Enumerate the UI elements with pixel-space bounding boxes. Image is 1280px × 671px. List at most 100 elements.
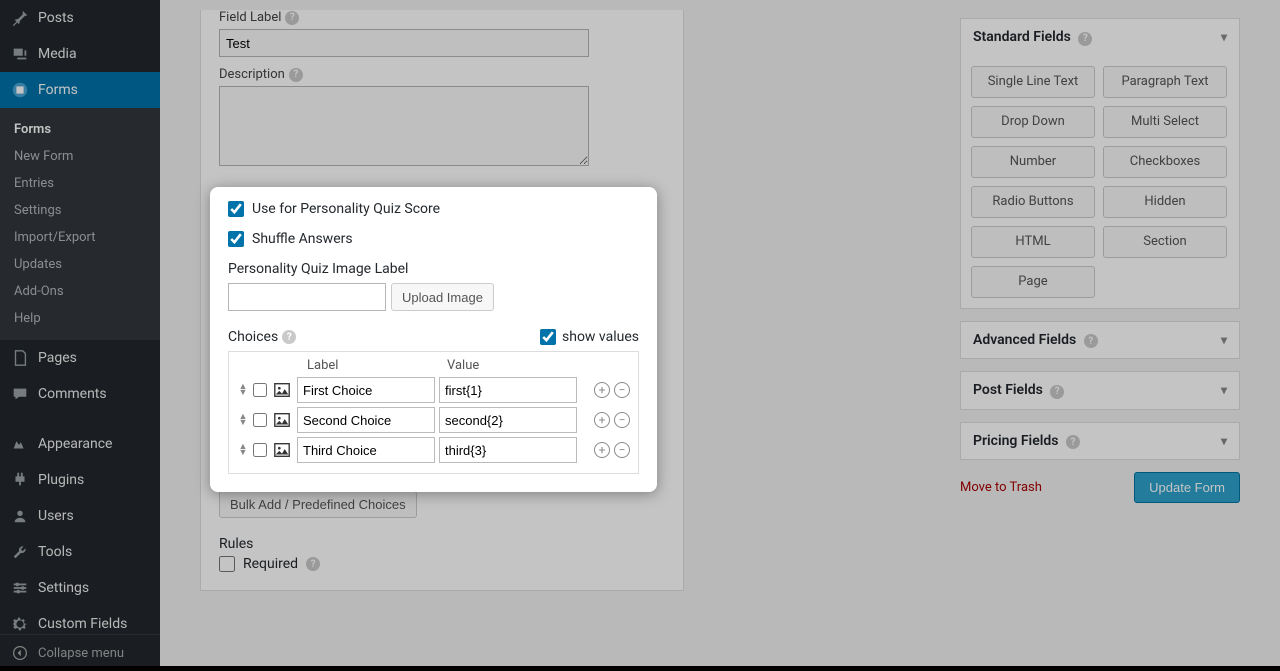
field-btn-multiselect[interactable]: Multi Select — [1103, 106, 1227, 138]
add-choice-icon[interactable]: + — [594, 382, 610, 398]
panel-post-fields: Post Fields ? ▾ — [960, 371, 1240, 410]
field-btn-hidden[interactable]: Hidden — [1103, 186, 1227, 218]
nav-settings[interactable]: Settings — [0, 570, 160, 606]
nav-forms[interactable]: Forms — [0, 72, 160, 108]
panel-header-post[interactable]: Post Fields ? ▾ — [961, 372, 1239, 409]
show-values-checkbox[interactable] — [540, 329, 556, 345]
forms-icon — [10, 80, 30, 100]
field-btn-dropdown[interactable]: Drop Down — [971, 106, 1095, 138]
image-icon[interactable] — [271, 410, 293, 430]
remove-choice-icon[interactable]: − — [614, 442, 630, 458]
nav-posts[interactable]: Posts — [0, 0, 160, 36]
field-btn-section[interactable]: Section — [1103, 226, 1227, 258]
nav-label: Comments — [38, 386, 107, 402]
help-icon[interactable]: ? — [1084, 334, 1098, 348]
add-choice-icon[interactable]: + — [594, 412, 610, 428]
collapse-label: Collapse menu — [38, 646, 124, 661]
shuffle-checkbox[interactable] — [228, 231, 244, 247]
submenu-updates[interactable]: Updates — [0, 251, 160, 278]
drag-handle-icon[interactable]: ▲▼ — [237, 384, 249, 396]
nav-tools[interactable]: Tools — [0, 534, 160, 570]
choice-select-checkbox[interactable] — [253, 443, 267, 457]
field-label-row: Field Label ? — [219, 10, 665, 25]
column-label: Label — [307, 358, 447, 373]
choice-row: ▲▼ + − — [237, 377, 630, 403]
help-icon[interactable]: ? — [306, 557, 320, 571]
panel-title: Advanced Fields — [973, 332, 1076, 348]
collapse-icon — [10, 643, 30, 663]
field-btn-checkboxes[interactable]: Checkboxes — [1103, 146, 1227, 178]
field-label-input[interactable] — [219, 29, 589, 57]
drag-handle-icon[interactable]: ▲▼ — [237, 444, 249, 456]
help-icon[interactable]: ? — [1050, 385, 1064, 399]
comments-icon — [10, 384, 30, 404]
nav-label: Settings — [38, 580, 89, 596]
nav-label: Media — [38, 46, 77, 62]
nav-comments[interactable]: Comments — [0, 376, 160, 412]
choice-select-checkbox[interactable] — [253, 413, 267, 427]
choice-select-checkbox[interactable] — [253, 383, 267, 397]
field-btn-html[interactable]: HTML — [971, 226, 1095, 258]
description-textarea[interactable] — [219, 86, 589, 166]
choice-label-input[interactable] — [297, 437, 435, 463]
field-label-text: Field Label — [219, 10, 281, 25]
quiz-image-label: Personality Quiz Image Label — [228, 261, 639, 277]
image-icon[interactable] — [271, 440, 293, 460]
submenu-import-export[interactable]: Import/Export — [0, 224, 160, 251]
plugins-icon — [10, 470, 30, 490]
help-icon[interactable]: ? — [1066, 435, 1080, 449]
drag-handle-icon[interactable]: ▲▼ — [237, 414, 249, 426]
choice-label-input[interactable] — [297, 377, 435, 403]
field-btn-radio[interactable]: Radio Buttons — [971, 186, 1095, 218]
shuffle-label: Shuffle Answers — [252, 231, 353, 247]
remove-choice-icon[interactable]: − — [614, 412, 630, 428]
nav-pages[interactable]: Pages — [0, 340, 160, 376]
choice-row: ▲▼ + − — [237, 437, 630, 463]
upload-image-button[interactable]: Upload Image — [391, 283, 494, 311]
nav-label: Custom Fields — [38, 616, 127, 632]
update-form-button[interactable]: Update Form — [1134, 472, 1240, 503]
submenu-settings[interactable]: Settings — [0, 197, 160, 224]
panel-title: Post Fields — [973, 382, 1043, 398]
settings-icon — [10, 578, 30, 598]
field-btn-number[interactable]: Number — [971, 146, 1095, 178]
submenu-forms[interactable]: Forms — [0, 116, 160, 143]
move-to-trash-link[interactable]: Move to Trash — [960, 480, 1042, 495]
panel-header-standard[interactable]: Standard Fields ? ▾ — [961, 19, 1239, 56]
choice-value-input[interactable] — [439, 437, 577, 463]
nav-plugins[interactable]: Plugins — [0, 462, 160, 498]
submenu-entries[interactable]: Entries — [0, 170, 160, 197]
nav-label: Plugins — [38, 472, 84, 488]
nav-appearance[interactable]: Appearance — [0, 426, 160, 462]
choice-label-input[interactable] — [297, 407, 435, 433]
nav-label: Forms — [38, 82, 78, 98]
bulk-add-button[interactable]: Bulk Add / Predefined Choices — [219, 491, 417, 518]
field-btn-single-line[interactable]: Single Line Text — [971, 66, 1095, 98]
help-icon[interactable]: ? — [285, 11, 299, 25]
choices-box: Label Value ▲▼ + − ▲▼ — [228, 351, 639, 474]
field-btn-page[interactable]: Page — [971, 266, 1095, 298]
quiz-settings-highlight: Use for Personality Quiz Score Shuffle A… — [210, 187, 657, 492]
choice-value-input[interactable] — [439, 407, 577, 433]
description-text: Description — [219, 67, 285, 82]
nav-users[interactable]: Users — [0, 498, 160, 534]
submenu-new-form[interactable]: New Form — [0, 143, 160, 170]
remove-choice-icon[interactable]: − — [614, 382, 630, 398]
help-icon[interactable]: ? — [282, 330, 296, 344]
quiz-image-input[interactable] — [228, 283, 386, 311]
panel-header-advanced[interactable]: Advanced Fields ? ▾ — [961, 322, 1239, 359]
help-icon[interactable]: ? — [1078, 32, 1092, 46]
add-choice-icon[interactable]: + — [594, 442, 610, 458]
submenu-help[interactable]: Help — [0, 305, 160, 332]
appearance-icon — [10, 434, 30, 454]
field-btn-paragraph[interactable]: Paragraph Text — [1103, 66, 1227, 98]
submenu-add-ons[interactable]: Add-Ons — [0, 278, 160, 305]
image-icon[interactable] — [271, 380, 293, 400]
help-icon[interactable]: ? — [289, 68, 303, 82]
use-quiz-checkbox[interactable] — [228, 201, 244, 217]
panel-header-pricing[interactable]: Pricing Fields ? ▾ — [961, 423, 1239, 460]
choice-value-input[interactable] — [439, 377, 577, 403]
nav-media[interactable]: Media — [0, 36, 160, 72]
required-checkbox[interactable] — [219, 556, 235, 572]
nav-label: Posts — [38, 10, 74, 26]
